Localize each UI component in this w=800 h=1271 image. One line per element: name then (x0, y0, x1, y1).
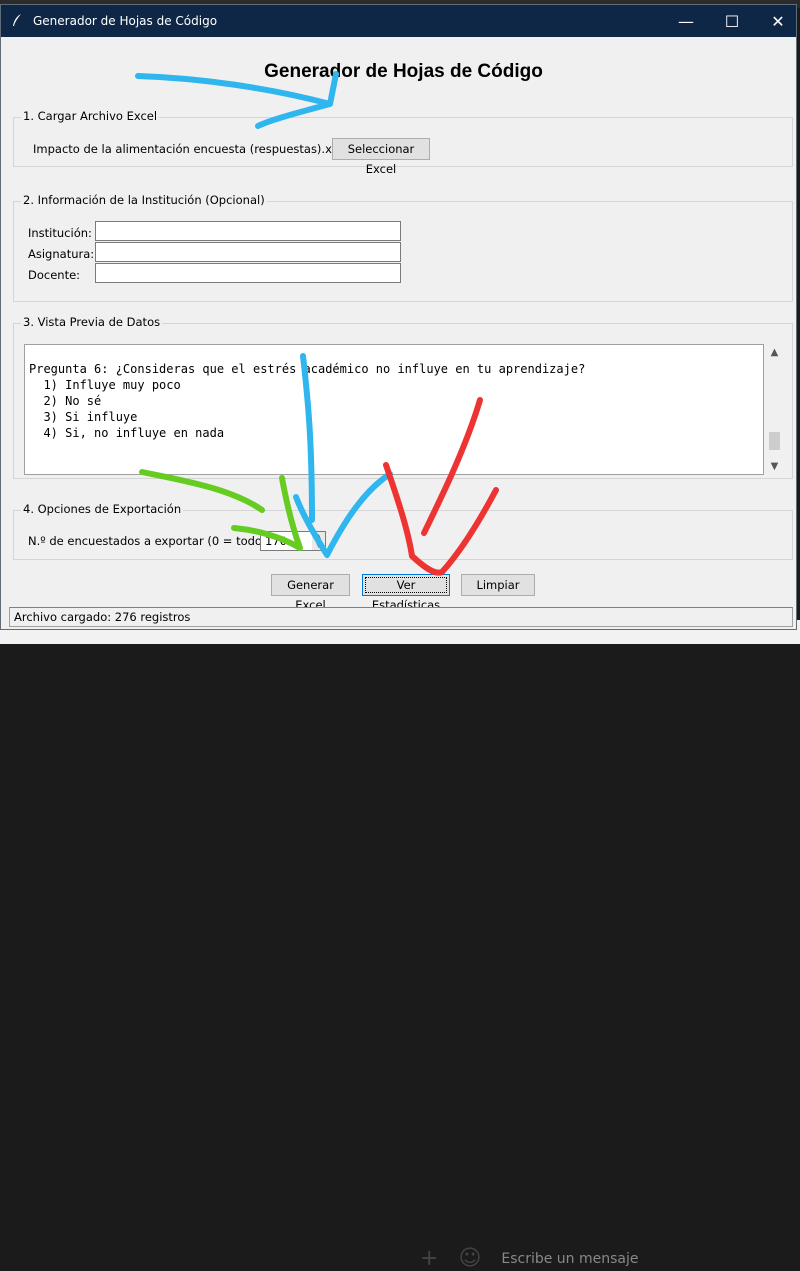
section-load-excel: 1. Cargar Archivo Excel Impacto de la al… (13, 109, 793, 176)
asignatura-input[interactable] (95, 242, 401, 262)
loaded-filename: Impacto de la alimentación encuesta (res… (33, 142, 348, 156)
generate-excel-button[interactable]: Generar Excel (271, 574, 350, 612)
spin-up-icon[interactable]: ▲ (312, 532, 325, 541)
close-icon: ✕ (771, 11, 785, 31)
minimize-button[interactable]: — (663, 5, 709, 37)
chat-input-placeholder[interactable]: Escribe un mensaje (501, 1251, 638, 1267)
preview-content: Pregunta 6: ¿Consideras que el estrés ac… (29, 362, 586, 440)
app-content: Generador de Hojas de Código 1. Cargar A… (1, 37, 796, 629)
institucion-label: Institución: (28, 226, 92, 240)
preview-textarea[interactable]: Pregunta 6: ¿Consideras que el estrés ac… (24, 344, 764, 475)
respondent-count-spinbox[interactable]: 170 ▲ ▼ (260, 531, 326, 551)
app-window: Generador de Hojas de Código — ☐ ✕ Gener… (0, 4, 797, 630)
emoji-icon[interactable]: ☺ (458, 1246, 481, 1271)
app-heading: Generador de Hojas de Código (264, 61, 543, 82)
status-text: Archivo cargado: 276 registros (14, 610, 191, 624)
section-export-title: 4. Opciones de Exportación (21, 502, 184, 516)
section-preview-title: 3. Vista Previa de Datos (21, 315, 163, 329)
spin-down-icon[interactable]: ▼ (312, 541, 325, 550)
institucion-input[interactable] (95, 221, 401, 241)
chevron-down-icon[interactable]: ▼ (766, 458, 783, 475)
select-excel-button[interactable]: Seleccionar Excel (332, 138, 430, 176)
respondent-count-value[interactable]: 170 (265, 534, 287, 548)
minimize-icon: — (678, 11, 694, 31)
asignatura-label: Asignatura: (28, 247, 95, 261)
title-bar[interactable]: Generador de Hojas de Código — ☐ ✕ (1, 5, 796, 37)
maximize-button[interactable]: ☐ (709, 5, 755, 37)
plus-icon[interactable]: + (420, 1246, 438, 1271)
section-load-excel-title: 1. Cargar Archivo Excel (21, 109, 160, 123)
section-institution-info: 2. Información de la Institución (Opcion… (13, 193, 793, 302)
docente-input[interactable] (95, 263, 401, 283)
respondent-count-label: N.º de encuestados a exportar (0 = todos… (28, 534, 277, 548)
docente-label: Docente: (28, 268, 81, 282)
close-button[interactable]: ✕ (755, 5, 796, 37)
chat-input-bar: + ☺ Escribe un mensaje (420, 1246, 639, 1271)
status-bar: Archivo cargado: 276 registros (9, 607, 793, 627)
section-data-preview: 3. Vista Previa de Datos Pregunta 6: ¿Co… (13, 315, 793, 479)
clear-button[interactable]: Limpiar (461, 574, 535, 596)
section-export-options: 4. Opciones de Exportación N.º de encues… (13, 502, 793, 560)
scrollbar-thumb[interactable] (769, 432, 780, 451)
maximize-icon: ☐ (724, 11, 740, 31)
chevron-up-icon[interactable]: ▲ (766, 344, 783, 361)
section-institution-title: 2. Información de la Institución (Opcion… (21, 193, 267, 207)
preview-scrollbar[interactable]: ▲ ▼ (766, 344, 783, 475)
view-statistics-button[interactable]: Ver Estadísticas (362, 574, 450, 612)
window-title: Generador de Hojas de Código (33, 14, 218, 28)
feather-icon (13, 14, 21, 26)
